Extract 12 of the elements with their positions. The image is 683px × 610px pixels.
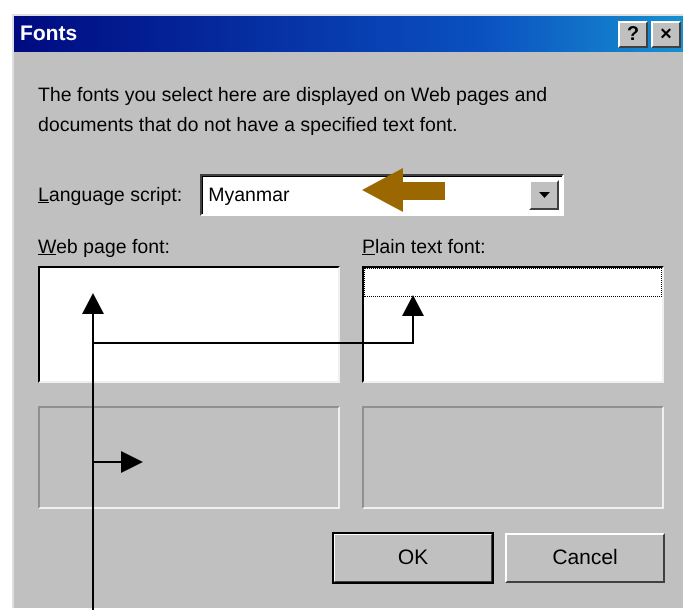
ok-button[interactable]: OK (333, 533, 493, 583)
font-listbox[interactable] (362, 266, 664, 383)
font-list-label: Plain text font: (362, 236, 487, 260)
language-script-label: Language script: (38, 184, 182, 206)
focus-outline[interactable] (364, 268, 662, 297)
cancel-button[interactable]: Cancel (505, 533, 665, 583)
font-list-label: Web page font: (38, 236, 171, 260)
window-title: Fonts (20, 22, 78, 46)
font-listbox[interactable] (38, 266, 340, 383)
close-button[interactable]: × (651, 20, 681, 48)
help-button[interactable]: ? (618, 20, 648, 48)
description-text: The fonts you select here are displayed on Web pages and documents that do not have a specified text font. (38, 83, 548, 138)
